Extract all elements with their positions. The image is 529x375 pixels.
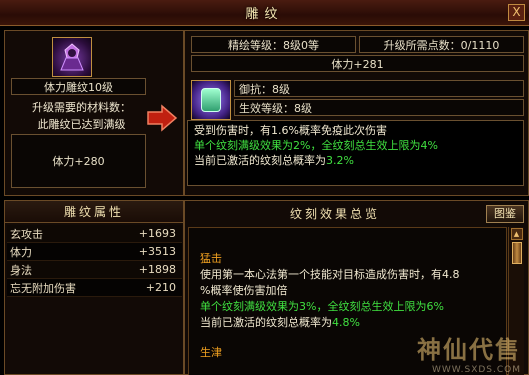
scroll-up-icon[interactable]: ▲ bbox=[510, 228, 523, 240]
description-line-3-prefix: 当前已激活的纹刻总概率为 bbox=[194, 154, 326, 167]
effect-line-prefix: 当前已激活的纹刻总概率为 bbox=[200, 316, 332, 329]
window-title: 雕纹 bbox=[245, 7, 284, 22]
guide-button[interactable]: 图鉴 bbox=[486, 205, 524, 223]
upgrade-points-field: 升级所需点数：0/1110 bbox=[359, 36, 524, 53]
attribute-name: 玄攻击 bbox=[10, 227, 43, 241]
attribute-row: 玄攻击 +1693 bbox=[7, 225, 182, 243]
attribute-row: 身法 +1898 bbox=[7, 261, 182, 279]
materials-label: 升级需要的材料数： bbox=[32, 101, 131, 114]
attribute-name: 体力 bbox=[10, 245, 32, 259]
effect-line: 单个纹刻满级效果为3%，全纹刻总生效上限为6% bbox=[200, 300, 444, 313]
avatar-portrait bbox=[52, 37, 92, 77]
resist-text: 御抗：8级 bbox=[239, 82, 290, 96]
red-arrow-icon bbox=[147, 104, 178, 132]
watermark-brand: 神仙代售 bbox=[417, 335, 521, 364]
carving-name-plate: 体力雕纹10级 bbox=[11, 78, 146, 95]
current-stat-box: 体力+280 bbox=[11, 134, 146, 188]
refine-level-text: 精绘等级：8级0等 bbox=[228, 38, 319, 52]
upgrade-points-text: 升级所需点数：0/1110 bbox=[383, 38, 500, 52]
description-line-3-value: 3.2% bbox=[326, 154, 354, 167]
refine-level-field: 精绘等级：8级0等 bbox=[191, 36, 356, 53]
effect-line-value: 4.8% bbox=[332, 316, 360, 329]
scroll-thumb[interactable] bbox=[511, 242, 522, 264]
attribute-value: +1898 bbox=[138, 263, 176, 276]
attribute-value: +210 bbox=[145, 281, 176, 294]
watermark-url: WWW.SXDS.COM bbox=[431, 365, 521, 375]
effect-level-text: 生效等级：8级 bbox=[239, 101, 312, 115]
attribute-value: +1693 bbox=[138, 227, 176, 240]
stat-bonus-text: 体力+281 bbox=[331, 57, 384, 71]
stat-bonus-field: 体力+281 bbox=[191, 55, 524, 72]
description-line-1: 受到伤害时，有1.6%概率免疫此次伤害 bbox=[194, 124, 387, 137]
resist-field: 御抗：8级 bbox=[234, 80, 524, 97]
effect-title: 猛击 bbox=[200, 252, 222, 265]
attributes-header: 雕纹属性 bbox=[5, 201, 183, 223]
overview-title: 纹刻效果总览 bbox=[289, 206, 380, 221]
effect-line: 使用第一本心法第一个技能对目标造成伤害时，有4.8 bbox=[200, 268, 460, 281]
attributes-list: 玄攻击 +1693 体力 +3513 身法 +1898 忘无附加伤害 +210 bbox=[7, 225, 182, 297]
effect-line: 当前已激活的纹刻总概率为4.8% bbox=[200, 315, 495, 331]
portrait-figure-icon bbox=[60, 43, 84, 71]
materials-value: 此雕纹已达到满级 bbox=[37, 118, 126, 131]
attribute-name: 忘无附加伤害 bbox=[10, 281, 76, 295]
attributes-panel: 雕纹属性 玄攻击 +1693 体力 +3513 身法 +1898 忘无附加伤害 +210 bbox=[4, 200, 184, 375]
description-line-3: 当前已激活的纹刻总概率为3.2% bbox=[194, 153, 517, 168]
close-icon[interactable]: X bbox=[508, 4, 525, 21]
overview-header: 纹刻效果总览 bbox=[185, 201, 485, 225]
window-title-bar: 雕纹 bbox=[0, 0, 529, 26]
effect-level-field: 生效等级：8级 bbox=[234, 99, 524, 116]
description-line-2: 单个纹刻满级效果为2%，全纹刻总生效上限为4% bbox=[194, 139, 438, 152]
attribute-name: 身法 bbox=[10, 263, 32, 277]
attribute-value: +3513 bbox=[138, 245, 176, 258]
attribute-row: 体力 +3513 bbox=[7, 243, 182, 261]
carving-gem-icon[interactable] bbox=[191, 80, 231, 120]
current-stat-value: 体力+280 bbox=[52, 155, 105, 168]
carving-description: 受到伤害时，有1.6%概率免疫此次伤害 单个纹刻满级效果为2%，全纹刻总生效上限… bbox=[187, 120, 524, 186]
effect-line: %概率使伤害加倍 bbox=[200, 284, 288, 297]
attribute-row: 忘无附加伤害 +210 bbox=[7, 279, 182, 297]
